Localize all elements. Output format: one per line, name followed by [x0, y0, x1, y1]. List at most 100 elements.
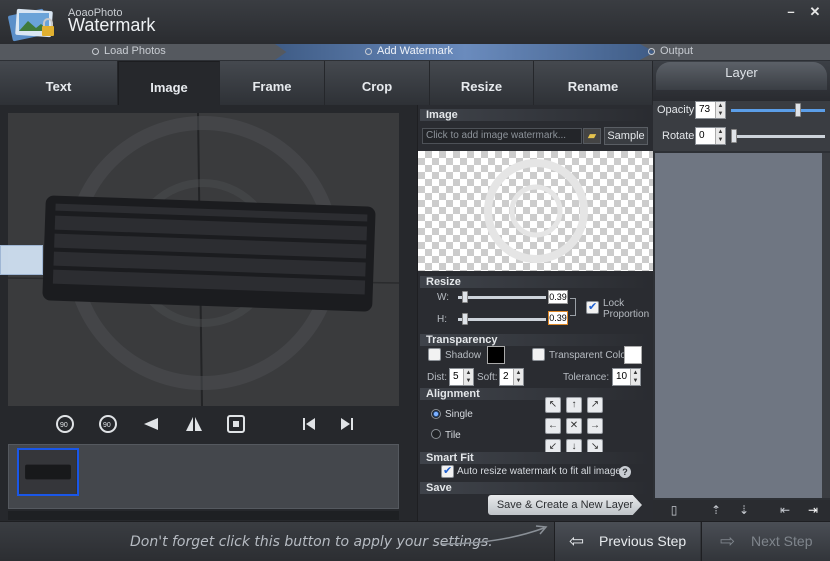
tolerance-label: Tolerance:	[563, 372, 610, 383]
align-top-left-icon[interactable]: ↖	[545, 397, 561, 413]
rotate-spinner[interactable]: 0 ▲ ▼	[695, 127, 726, 145]
tile-radio[interactable]	[431, 429, 441, 439]
rotate-slider[interactable]	[731, 135, 825, 138]
lock-proportion-checkbox[interactable]	[586, 300, 599, 314]
height-slider[interactable]	[458, 318, 546, 321]
app-title: Watermark	[68, 15, 156, 35]
auto-resize-label: Auto resize watermark to fit all images.	[457, 466, 629, 477]
transparent-color-label: Transparent Color	[549, 350, 630, 361]
step-load-photos[interactable]: Load Photos	[92, 45, 166, 57]
export-layer-icon[interactable]: ⇥	[806, 503, 820, 517]
thumbnail-scrollbar[interactable]	[8, 511, 399, 520]
image-watermark-input[interactable]: Click to add image watermark...	[422, 128, 582, 144]
next-image-icon[interactable]	[336, 413, 358, 435]
thumbnail-image[interactable]	[17, 448, 79, 496]
opacity-slider[interactable]	[731, 109, 825, 112]
align-top-right-icon[interactable]: ↗	[587, 397, 603, 413]
photo-preview[interactable]	[8, 113, 399, 406]
shadow-label: Shadow	[445, 350, 482, 361]
save-create-layer-button[interactable]: Save & Create a New Layer	[488, 495, 642, 515]
import-layer-icon[interactable]: ⇤	[778, 503, 792, 517]
layer-list-scrollbar[interactable]	[822, 153, 830, 498]
rotate-left-90-icon[interactable]: 90	[54, 413, 76, 435]
tab-rename[interactable]: Rename	[534, 61, 653, 105]
tile-label: Tile	[445, 430, 461, 441]
step-label: Output	[660, 45, 694, 57]
dist-spinner[interactable]: 5 ▲ ▼	[449, 368, 474, 386]
opacity-spinner[interactable]: 73 ▲ ▼	[695, 101, 726, 119]
spinner-arrows-icon[interactable]: ▲ ▼	[630, 369, 640, 385]
move-layer-up-icon[interactable]: ⇡	[709, 503, 723, 517]
width-slider-knob[interactable]	[462, 291, 468, 303]
transparent-color-checkbox[interactable]	[532, 348, 545, 361]
tab-image[interactable]: Image	[118, 61, 220, 105]
spinner-arrows-icon[interactable]: ▲ ▼	[715, 128, 725, 144]
previous-step-button[interactable]: ⇦ Previous Step	[554, 522, 700, 561]
new-layer-icon[interactable]: ▯	[667, 503, 681, 517]
layer-panel-title: Layer	[656, 62, 827, 90]
rotate-value: 0	[699, 130, 705, 141]
rotate-slider-knob[interactable]	[731, 129, 737, 143]
tab-text[interactable]: Text	[0, 61, 118, 105]
height-value[interactable]: 0.39	[548, 311, 568, 325]
single-radio[interactable]	[431, 409, 441, 419]
step-dot-icon	[365, 47, 372, 55]
tab-bar: Text Image Frame Crop Resize Rename	[0, 61, 653, 105]
soft-value: 2	[503, 371, 509, 382]
tolerance-value: 10	[616, 371, 628, 382]
flip-horizontal-icon[interactable]	[183, 413, 205, 435]
tolerance-spinner[interactable]: 10 ▲ ▼	[612, 368, 641, 386]
step-output[interactable]: Output	[648, 45, 693, 57]
tab-frame[interactable]: Frame	[220, 61, 325, 105]
step-dot-icon	[92, 47, 99, 55]
previous-step-label: Previous Step	[599, 533, 687, 549]
align-right-icon[interactable]: →	[587, 418, 603, 434]
opacity-slider-knob[interactable]	[795, 103, 801, 117]
height-slider-knob[interactable]	[462, 313, 468, 325]
section-transparency-title: Transparency	[420, 334, 650, 346]
height-label: H:	[437, 314, 447, 325]
auto-resize-checkbox[interactable]	[441, 464, 454, 478]
layer-list[interactable]	[655, 153, 822, 498]
spinner-arrows-icon[interactable]: ▲ ▼	[715, 102, 725, 118]
rotate-right-90-icon[interactable]: 90	[97, 413, 119, 435]
step-label: Add Watermark	[377, 45, 454, 57]
folder-open-icon[interactable]: ▰	[583, 128, 601, 144]
watermark-selection-box[interactable]	[0, 245, 43, 275]
align-top-icon[interactable]: ↑	[566, 397, 582, 413]
width-value[interactable]: 0.39	[548, 290, 568, 304]
shadow-color-swatch[interactable]	[487, 346, 505, 364]
flip-vertical-icon[interactable]	[140, 413, 162, 435]
step-add-watermark[interactable]: Add Watermark	[365, 45, 453, 57]
section-image-title: Image	[420, 109, 650, 121]
spinner-arrows-icon[interactable]: ▲ ▼	[513, 369, 523, 385]
shadow-checkbox[interactable]	[428, 348, 441, 361]
soft-spinner[interactable]: 2 ▲ ▼	[499, 368, 524, 386]
rotate-label: Rotate	[662, 130, 695, 142]
tab-resize[interactable]: Resize	[430, 61, 534, 105]
dist-value: 5	[453, 371, 459, 382]
help-icon[interactable]: ?	[619, 466, 631, 478]
close-button[interactable]: ✕	[807, 4, 823, 20]
section-alignment-title: Alignment	[420, 388, 650, 400]
transparent-color-swatch[interactable]	[624, 346, 642, 364]
minimize-button[interactable]: –	[783, 4, 799, 20]
spinner-arrows-icon[interactable]: ▲ ▼	[463, 369, 473, 385]
section-resize-title: Resize	[420, 276, 650, 288]
sample-button[interactable]: Sample	[604, 127, 648, 145]
single-label: Single	[445, 409, 473, 420]
align-center-icon[interactable]: ✕	[566, 418, 582, 434]
next-step-button[interactable]: ⇨ Next Step	[701, 522, 830, 561]
hint-arrow-icon	[441, 525, 548, 545]
tab-crop[interactable]: Crop	[325, 61, 430, 105]
width-slider[interactable]	[458, 296, 546, 299]
fit-screen-icon[interactable]	[225, 413, 247, 435]
watermark-graphic-icon	[484, 159, 588, 263]
opacity-value: 73	[699, 104, 711, 115]
watermark-preview-canvas	[418, 151, 653, 271]
previous-image-icon[interactable]	[298, 413, 320, 435]
step-dot-icon	[648, 47, 655, 55]
svg-text:90: 90	[103, 422, 111, 429]
align-left-icon[interactable]: ←	[545, 418, 561, 434]
move-layer-down-icon[interactable]: ⇣	[737, 503, 751, 517]
